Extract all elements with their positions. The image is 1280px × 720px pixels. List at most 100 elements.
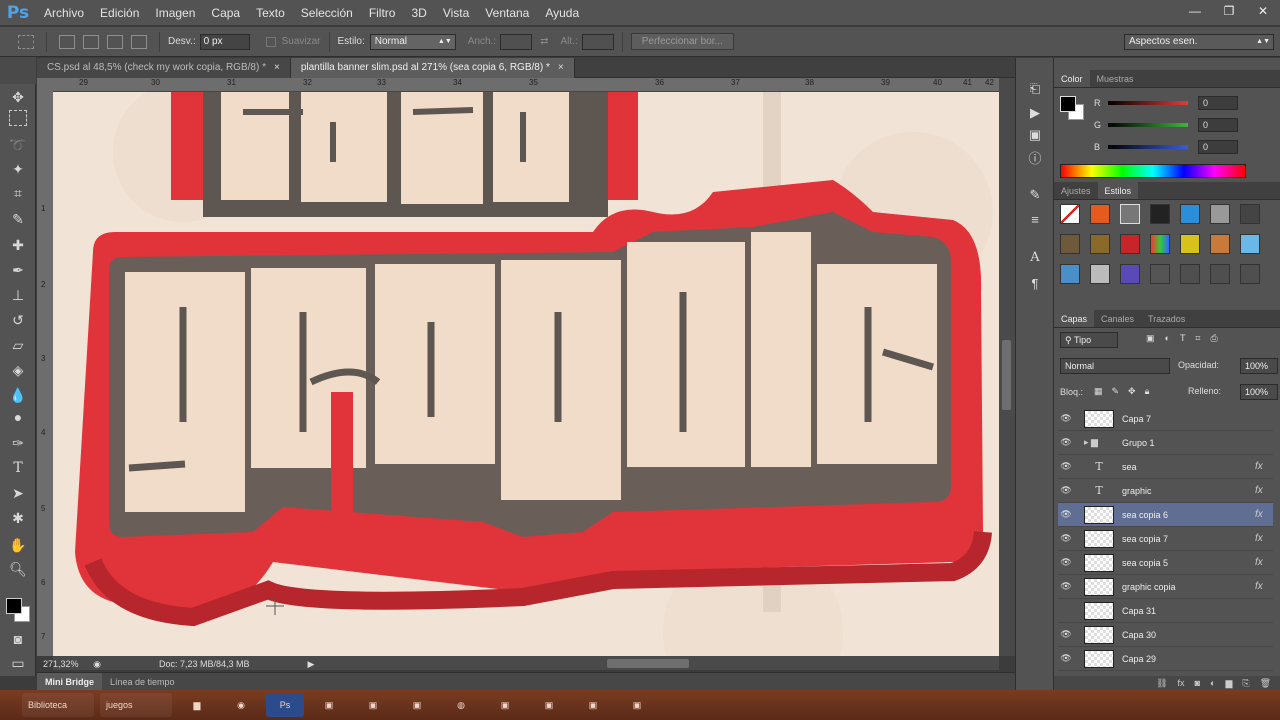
lasso-tool-icon[interactable]: ➰ bbox=[6, 134, 30, 156]
width-input[interactable] bbox=[500, 33, 533, 50]
menu-ventana[interactable]: Ventana bbox=[477, 0, 537, 26]
marquee-tool-icon[interactable] bbox=[9, 110, 27, 126]
tab-timeline[interactable]: Línea de tiempo bbox=[102, 673, 183, 691]
menu-texto[interactable]: Texto bbox=[248, 0, 293, 26]
refine-edge-button[interactable]: Perfeccionar bor... bbox=[630, 33, 734, 50]
style-swatch[interactable] bbox=[1240, 264, 1260, 284]
close-icon[interactable]: × bbox=[274, 62, 280, 73]
fx-icon[interactable]: fx bbox=[1178, 678, 1185, 688]
bucket-tool-icon[interactable]: ◈ bbox=[6, 359, 30, 381]
eye-icon[interactable]: 👁︎ bbox=[1058, 509, 1074, 520]
minimize-button[interactable]: — bbox=[1178, 0, 1212, 22]
fx-icon[interactable]: fx bbox=[1255, 509, 1273, 520]
feather-input[interactable]: 0 px bbox=[199, 33, 250, 50]
tab-styles[interactable]: Estilos bbox=[1097, 182, 1139, 199]
style-swatch[interactable] bbox=[1180, 234, 1200, 254]
photoshop-icon[interactable]: Ps bbox=[266, 693, 304, 717]
tab-channels[interactable]: Canales bbox=[1094, 310, 1141, 327]
layer-row[interactable]: 👁︎ sea copia 5 fx bbox=[1058, 551, 1273, 575]
height-input[interactable] bbox=[581, 33, 614, 50]
quick-mask-icon[interactable]: ◙ bbox=[6, 628, 30, 650]
link-icon[interactable]: ⛓ bbox=[1156, 678, 1167, 689]
taskbar-item-juegos[interactable]: juegos bbox=[100, 693, 172, 717]
folder-icon[interactable]: ▸ ▆ bbox=[1084, 437, 1114, 448]
layer-row[interactable]: 👁︎ Capa 31 bbox=[1058, 599, 1273, 623]
style-swatch[interactable] bbox=[1090, 234, 1110, 254]
eye-icon[interactable]: 👁︎ bbox=[1058, 653, 1074, 664]
r-track[interactable] bbox=[1108, 101, 1188, 105]
style-swatch[interactable] bbox=[1120, 234, 1140, 254]
history-brush-icon[interactable]: ↺ bbox=[6, 309, 30, 331]
menu-vista[interactable]: Vista bbox=[435, 0, 477, 26]
new-selection-icon[interactable] bbox=[59, 34, 75, 49]
folder-icon[interactable]: ▆ bbox=[178, 693, 216, 717]
foreground-swatch[interactable] bbox=[1060, 96, 1076, 112]
fx-icon[interactable]: fx bbox=[1255, 461, 1273, 472]
layer-row[interactable]: 👁︎ Capa 29 bbox=[1058, 647, 1273, 671]
channel-value[interactable]: 0 bbox=[1198, 96, 1238, 110]
style-swatch[interactable] bbox=[1060, 264, 1080, 284]
fx-icon[interactable]: fx bbox=[1255, 581, 1273, 592]
paragraph-icon[interactable]: ¶ bbox=[1026, 274, 1044, 292]
style-swatch[interactable] bbox=[1150, 234, 1170, 254]
workspace-select[interactable]: Aspectos esen. ▲▼ bbox=[1124, 33, 1274, 50]
eyedropper-icon[interactable]: ✎ bbox=[6, 208, 30, 230]
eye-icon[interactable]: 👁︎ bbox=[1058, 485, 1074, 496]
marquee-tool-icon[interactable] bbox=[18, 34, 34, 49]
style-swatch[interactable] bbox=[1180, 264, 1200, 284]
tab-adjustments[interactable]: Ajustes bbox=[1054, 182, 1098, 199]
fx-icon[interactable]: fx bbox=[1255, 557, 1273, 568]
chrome-icon[interactable]: ◍ bbox=[442, 693, 480, 717]
eye-icon[interactable]: 👁︎ bbox=[1058, 629, 1074, 640]
menu-capa[interactable]: Capa bbox=[203, 0, 248, 26]
scroll-thumb[interactable] bbox=[607, 659, 689, 668]
layer-row[interactable]: 👁︎ ▸ ▆ Grupo 1 bbox=[1058, 431, 1273, 455]
style-swatch[interactable] bbox=[1210, 264, 1230, 284]
filter-icons[interactable]: ▣◐T⌗⎙ bbox=[1146, 333, 1228, 344]
character-icon[interactable]: A bbox=[1026, 248, 1044, 266]
style-swatch[interactable] bbox=[1120, 204, 1140, 224]
hand-tool-icon[interactable]: ✋ bbox=[6, 534, 30, 556]
style-swatch[interactable] bbox=[1060, 234, 1080, 254]
mask-icon[interactable]: ◙ bbox=[1195, 678, 1200, 688]
stamp-tool-icon[interactable]: ⊥ bbox=[6, 284, 30, 306]
app-icon[interactable]: ▣ bbox=[574, 693, 612, 717]
tab-mini-bridge[interactable]: Mini Bridge bbox=[37, 672, 102, 691]
path-select-icon[interactable]: ➤ bbox=[6, 482, 30, 504]
healing-brush-icon[interactable]: ✚ bbox=[6, 234, 30, 256]
eye-icon[interactable]: 👁︎ bbox=[1058, 413, 1074, 424]
shape-tool-icon[interactable]: ✱ bbox=[6, 507, 30, 529]
tab-paths[interactable]: Trazados bbox=[1141, 310, 1192, 327]
slider-g[interactable]: G0 bbox=[1094, 118, 1238, 132]
layer-row[interactable]: 👁︎ Capa 30 bbox=[1058, 623, 1273, 647]
scroll-thumb[interactable] bbox=[1002, 340, 1011, 410]
eye-icon[interactable]: 👁︎ bbox=[1058, 461, 1074, 472]
blur-tool-icon[interactable]: 💧 bbox=[6, 384, 30, 406]
channel-value[interactable]: 0 bbox=[1198, 118, 1238, 132]
zoom-tool-icon[interactable]: 🔍︎ bbox=[6, 558, 30, 580]
tab-plantilla-banner[interactable]: plantilla banner slim.psd al 271% (sea c… bbox=[290, 58, 575, 78]
style-swatch[interactable] bbox=[1180, 204, 1200, 224]
menu-imagen[interactable]: Imagen bbox=[147, 0, 203, 26]
eye-icon[interactable]: 👁︎ bbox=[1058, 557, 1074, 568]
color-spectrum[interactable] bbox=[1060, 164, 1246, 178]
style-swatch[interactable] bbox=[1060, 204, 1080, 224]
hidden-eye-icon[interactable]: 👁︎ bbox=[1058, 605, 1074, 616]
brush-presets-icon[interactable]: ✎ bbox=[1026, 186, 1044, 204]
adjustment-icon[interactable]: ◐ bbox=[1210, 678, 1215, 688]
browser-icon[interactable]: ◉ bbox=[222, 693, 260, 717]
fx-icon[interactable]: fx bbox=[1255, 533, 1273, 544]
menu-filtro[interactable]: Filtro bbox=[361, 0, 404, 26]
app-icon[interactable]: ▣ bbox=[354, 693, 392, 717]
dodge-tool-icon[interactable]: ● bbox=[6, 406, 30, 428]
style-swatch[interactable] bbox=[1240, 204, 1260, 224]
style-select[interactable]: Normal ▲▼ bbox=[369, 33, 456, 50]
close-icon[interactable]: × bbox=[558, 62, 564, 73]
style-swatch[interactable] bbox=[1150, 264, 1170, 284]
antialias-checkbox[interactable] bbox=[265, 36, 276, 47]
eye-icon[interactable]: 👁︎ bbox=[1058, 533, 1074, 544]
type-tool-icon[interactable]: T bbox=[6, 457, 30, 479]
info-icon[interactable]: ◉ bbox=[91, 659, 103, 670]
sliders-icon[interactable]: ≡ bbox=[1026, 210, 1044, 228]
style-swatch[interactable] bbox=[1120, 264, 1140, 284]
